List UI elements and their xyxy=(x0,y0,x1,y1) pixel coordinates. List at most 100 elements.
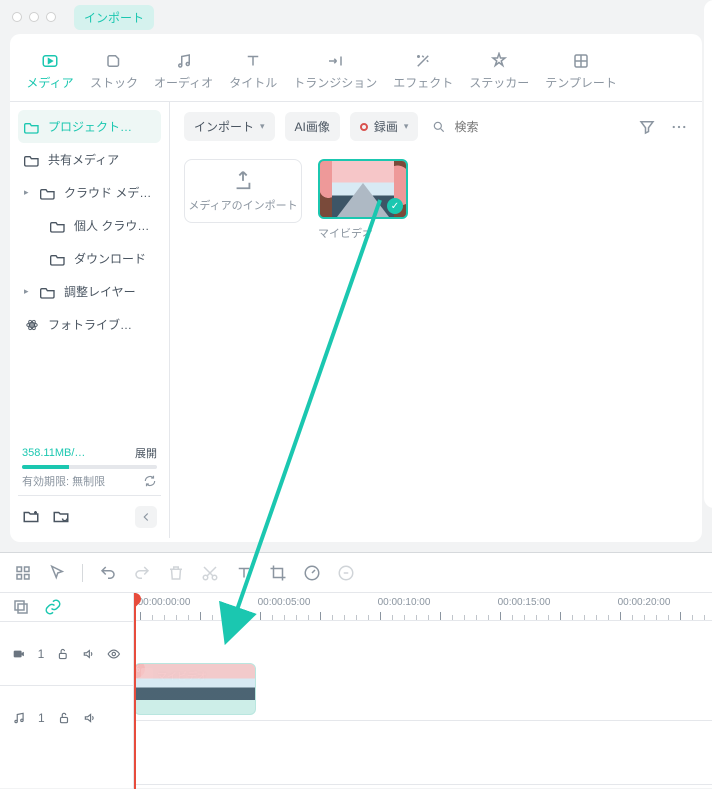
stock-icon xyxy=(103,50,125,72)
grid-icon[interactable] xyxy=(14,564,32,582)
sidebar-label: フォトライブ… xyxy=(48,316,132,333)
filter-icon[interactable] xyxy=(638,118,656,136)
tab-label: ステッカー xyxy=(469,74,529,91)
video-track-header[interactable]: 1 xyxy=(0,621,133,685)
track-index: 1 xyxy=(38,647,45,661)
chevron-left-icon xyxy=(139,510,153,524)
sidebar-item-shared[interactable]: 共有メディア xyxy=(18,143,161,176)
transition-icon xyxy=(324,50,346,72)
top-tabs: メディア ストック オーディオ タイトル トランジション エフェクト ステッカー xyxy=(10,34,702,102)
link-icon[interactable] xyxy=(44,598,62,616)
media-clip[interactable]: ✓ マイビデオ xyxy=(318,159,408,241)
storage-bar xyxy=(22,465,157,469)
import-media-card[interactable]: メディアのインポート xyxy=(184,159,302,223)
storage-info: 358.11MB/… 展開 有効期限: 無制限 xyxy=(18,439,161,495)
sidebar-item-adjustment[interactable]: ▸ 調整レイヤー xyxy=(18,275,161,308)
tab-template[interactable]: テンプレート xyxy=(537,44,625,101)
new-folder-icon[interactable] xyxy=(22,508,40,526)
tab-title[interactable]: タイトル xyxy=(221,44,285,101)
timeline-toolbar xyxy=(0,553,712,593)
sidebar-item-cloud[interactable]: ▸ クラウド メデ… xyxy=(18,176,161,209)
folder-icon xyxy=(50,252,66,266)
sidebar-label: プロジェクト… xyxy=(48,118,132,135)
storage-expand[interactable]: 展開 xyxy=(135,445,157,461)
search-box[interactable] xyxy=(428,113,516,141)
marker-icon[interactable] xyxy=(337,564,355,582)
video-track-icon xyxy=(12,647,26,661)
sidebar-item-photolib[interactable]: フォトライブ… xyxy=(18,308,161,341)
record-label: 録画 xyxy=(374,118,398,135)
audio-icon xyxy=(173,50,195,72)
sidebar-label: クラウド メデ… xyxy=(64,184,151,201)
mute-icon[interactable] xyxy=(82,647,96,661)
cut-icon[interactable] xyxy=(201,564,219,582)
audio-track[interactable] xyxy=(134,721,712,785)
import-card-label: メディアのインポート xyxy=(188,197,297,213)
import-dropdown[interactable]: インポート ▾ xyxy=(184,112,275,141)
tab-effect[interactable]: エフェクト xyxy=(385,44,461,101)
storage-used[interactable]: 358.11MB/… xyxy=(22,447,85,459)
window-titlebar: インポート xyxy=(0,0,712,34)
minimize-dot[interactable] xyxy=(29,12,39,22)
sidebar-item-project[interactable]: プロジェクト… xyxy=(18,110,161,143)
undo-icon[interactable] xyxy=(99,564,117,582)
import-chip[interactable]: インポート xyxy=(74,5,154,30)
folder-icon xyxy=(24,120,40,134)
tab-sticker[interactable]: ステッカー xyxy=(461,44,537,101)
refresh-icon[interactable] xyxy=(143,474,157,488)
effect-icon xyxy=(412,50,434,72)
delete-icon[interactable] xyxy=(167,564,185,582)
video-track[interactable]: % マイビデオ xyxy=(134,657,712,721)
chevron-down-icon: ▾ xyxy=(404,121,409,132)
timeline-ruler[interactable]: 00:00:00:00 00:00:05:00 00:00:10:00 00:0… xyxy=(134,593,712,621)
lock-icon[interactable] xyxy=(57,711,71,725)
sidebar-label: 調整レイヤー xyxy=(64,283,136,300)
timeline-clip[interactable]: % マイビデオ xyxy=(134,663,256,715)
sidebar-item-personal-cloud[interactable]: 個人 クラウ… xyxy=(18,209,161,242)
playhead[interactable] xyxy=(134,593,136,789)
tab-label: テンプレート xyxy=(545,74,617,91)
tab-label: タイトル xyxy=(229,74,277,91)
search-input[interactable] xyxy=(452,119,512,135)
media-content: インポート ▾ AI画像 録画 ▾ xyxy=(170,102,702,538)
clip-name: マイビデオ xyxy=(318,225,408,241)
tab-label: トランジション xyxy=(293,74,377,91)
tab-audio[interactable]: オーディオ xyxy=(146,44,221,101)
record-dropdown[interactable]: 録画 ▾ xyxy=(350,112,419,141)
tab-label: ストック xyxy=(90,74,138,91)
zoom-dot[interactable] xyxy=(46,12,56,22)
speed-icon[interactable] xyxy=(303,564,321,582)
close-dot[interactable] xyxy=(12,12,22,22)
ruler-label: 00:00:00:00 xyxy=(138,597,191,608)
tab-media[interactable]: メディア xyxy=(18,44,82,101)
eye-icon[interactable] xyxy=(107,647,121,661)
ai-image-button[interactable]: AI画像 xyxy=(285,112,340,141)
tab-stock[interactable]: ストック xyxy=(82,44,146,101)
ruler-label: 00:00:10:00 xyxy=(378,597,431,608)
ai-label: AI画像 xyxy=(295,118,330,135)
timeline-tracks[interactable]: 00:00:00:00 00:00:05:00 00:00:10:00 00:0… xyxy=(134,593,712,789)
ruler-label: 00:00:15:00 xyxy=(498,597,551,608)
lock-icon[interactable] xyxy=(56,647,70,661)
stack-icon[interactable] xyxy=(12,598,30,616)
mute-icon[interactable] xyxy=(83,711,97,725)
ruler-label: 00:00:20:00 xyxy=(618,597,671,608)
redo-icon[interactable] xyxy=(133,564,151,582)
tab-transition[interactable]: トランジション xyxy=(285,44,385,101)
folder-icon xyxy=(50,219,66,233)
media-sidebar: プロジェクト… 共有メディア ▸ クラウド メデ… 個人 クラウ… ダウンロード… xyxy=(10,102,170,538)
collapse-sidebar-button[interactable] xyxy=(135,506,157,528)
folder-sync-icon[interactable] xyxy=(52,508,70,526)
storage-expiry: 有効期限: 無制限 xyxy=(22,473,105,489)
title-icon xyxy=(242,50,264,72)
sidebar-item-download[interactable]: ダウンロード xyxy=(18,242,161,275)
track-header-column: 1 1 xyxy=(0,593,134,789)
preview-panel-strip[interactable]: 再 xyxy=(704,0,712,508)
folder-icon xyxy=(24,153,40,167)
more-icon[interactable] xyxy=(670,118,688,136)
text-icon[interactable] xyxy=(235,564,253,582)
cursor-icon[interactable] xyxy=(48,564,66,582)
audio-track-header[interactable]: 1 xyxy=(0,685,133,749)
crop-icon[interactable] xyxy=(269,564,287,582)
track-index: 1 xyxy=(38,711,45,725)
